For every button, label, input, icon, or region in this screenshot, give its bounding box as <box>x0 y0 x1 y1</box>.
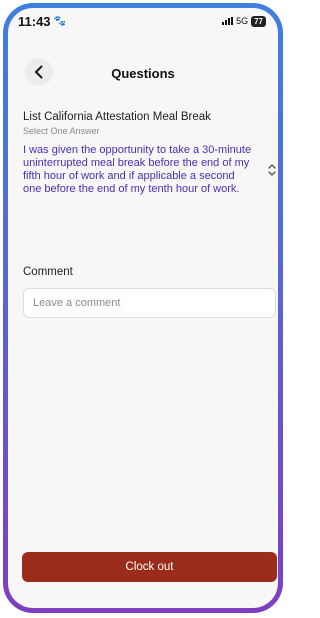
selected-answer: I was given the opportunity to take a 30… <box>23 144 252 195</box>
comment-label: Comment <box>23 266 73 278</box>
status-bar: 11:43 🐾 5G 77 <box>8 8 278 34</box>
comment-input[interactable] <box>23 288 276 318</box>
battery-icon: 77 <box>251 15 266 27</box>
page-title: Questions <box>111 65 175 81</box>
app-screen: 11:43 🐾 5G 77 Questions List California … <box>8 8 278 608</box>
answer-select[interactable]: I was given the opportunity to take a 30… <box>23 144 278 196</box>
question-label: List California Attestation Meal Break <box>23 111 211 123</box>
status-right: 5G 77 <box>222 15 266 27</box>
back-button[interactable] <box>25 58 53 86</box>
signal-icon <box>222 17 234 25</box>
question-hint: Select One Answer <box>23 126 100 136</box>
clock-out-button[interactable]: Clock out <box>22 552 277 582</box>
chevron-left-icon <box>35 65 43 79</box>
status-time: 11:43 <box>18 13 51 29</box>
device-frame: 11:43 🐾 5G 77 Questions List California … <box>3 3 283 613</box>
chevron-up-down-icon <box>268 164 276 176</box>
paw-icon: 🐾 <box>53 15 66 27</box>
status-time-group: 11:43 🐾 <box>18 14 66 29</box>
network-label: 5G <box>236 16 249 26</box>
question-block: List California Attestation Meal Break S… <box>23 111 278 196</box>
page-header: Questions <box>8 58 278 88</box>
